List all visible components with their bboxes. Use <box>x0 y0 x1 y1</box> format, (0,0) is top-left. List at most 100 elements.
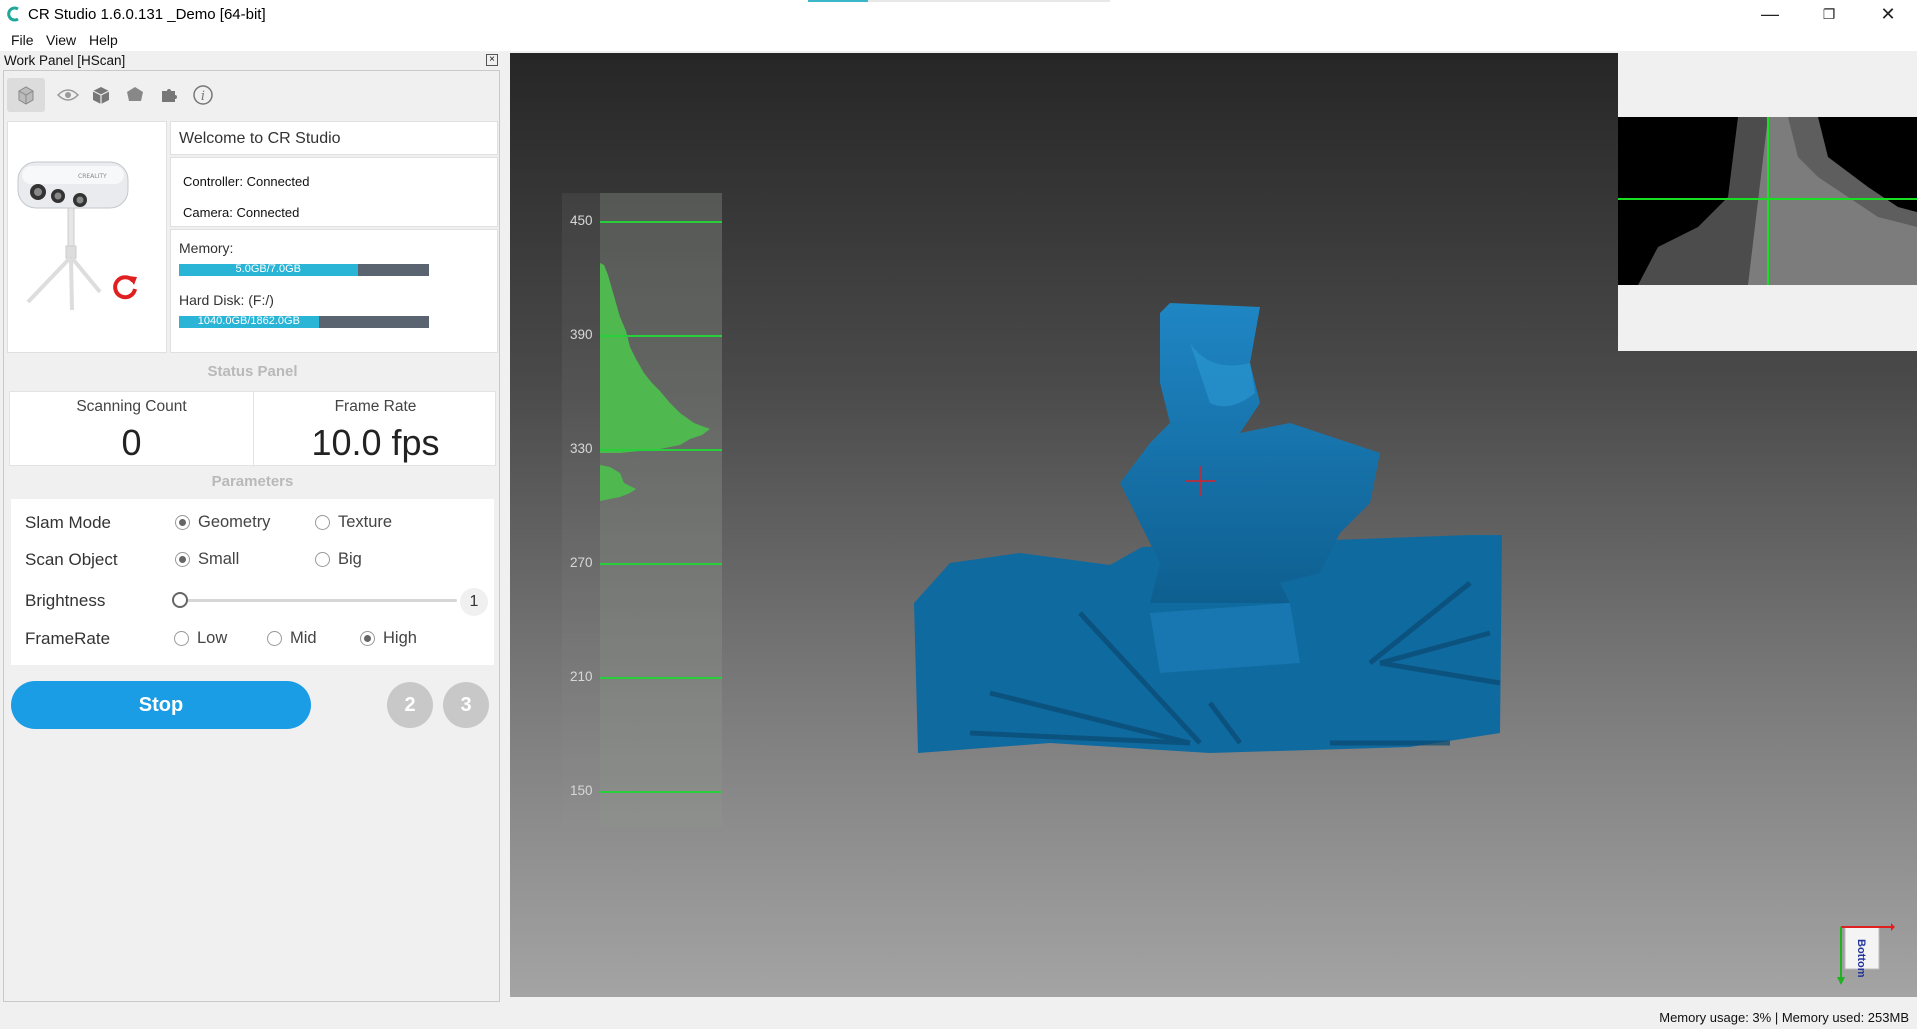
radio-dot <box>175 552 190 567</box>
option-label: Big <box>338 550 362 568</box>
memory-usage-text: Memory usage: 3% | Memory used: 253MB <box>1659 1010 1909 1025</box>
refresh-icon[interactable] <box>110 272 140 302</box>
work-panel: i CREALITY Welcome to CR Studio Controll… <box>3 70 500 1002</box>
info-tool-button[interactable]: i <box>184 78 222 112</box>
stop-button[interactable]: Stop <box>11 681 311 729</box>
slam-mode-texture-radio[interactable]: Texture <box>315 513 392 532</box>
app-logo-icon <box>7 6 19 22</box>
scanner-device-image: CREALITY <box>7 121 167 353</box>
brightness-row: Brightness 1 <box>11 583 494 619</box>
axis-orientation-widget[interactable]: Bottom <box>1835 913 1895 985</box>
status-panel-title: Status Panel <box>207 363 298 380</box>
parameters-title: Parameters <box>211 473 294 490</box>
axis-view-label: Bottom <box>1855 939 1867 978</box>
memory-label: Memory: <box>179 240 234 256</box>
brightness-value: 1 <box>460 588 488 616</box>
frame-rate-high-radio[interactable]: High <box>360 629 417 648</box>
scanning-count-value: 0 <box>121 422 142 463</box>
frame-rate-row: FrameRate Low Mid High <box>11 623 494 653</box>
camera-status: Camera: Connected <box>183 205 300 220</box>
scan-object-big-radio[interactable]: Big <box>315 550 362 569</box>
option-label: Low <box>197 629 228 647</box>
disk-bar-text: 1040.0GB/1862.0GB <box>197 315 300 327</box>
radio-dot <box>175 515 190 530</box>
brightness-slider-handle[interactable] <box>172 592 188 608</box>
point-cloud-preview <box>1618 117 1917 285</box>
histogram-line-450 <box>600 221 722 223</box>
menu-bar: File View Help <box>0 29 1917 51</box>
maximize-button[interactable]: ❐ <box>1800 0 1858 29</box>
status-panel: Scanning Count 0 Frame Rate 10.0 fps <box>9 391 497 467</box>
histogram-tick: 450 <box>570 213 593 228</box>
svg-text:CREALITY: CREALITY <box>78 173 107 180</box>
option-label: Geometry <box>198 513 271 531</box>
scan-tool-button[interactable] <box>7 78 45 112</box>
radio-dot <box>174 631 189 646</box>
mesh-tool-button[interactable] <box>116 78 154 112</box>
depth-histogram: 450 390 330 270 210 150 <box>562 193 722 827</box>
histogram-tick: 330 <box>570 441 593 456</box>
radio-dot <box>315 552 330 567</box>
brightness-slider-track[interactable] <box>177 599 457 602</box>
frame-rate-value: 10.0 fps <box>311 422 440 463</box>
radio-dot <box>267 631 282 646</box>
taskbar-hint <box>808 0 1110 2</box>
histogram-tick: 210 <box>570 669 593 684</box>
option-label: Mid <box>290 629 317 647</box>
step-2-button[interactable]: 2 <box>387 682 433 728</box>
welcome-box: Welcome to CR Studio <box>170 121 498 155</box>
histogram-bars <box>600 263 710 501</box>
scan-object-small-radio[interactable]: Small <box>175 550 239 569</box>
menu-file[interactable]: File <box>11 32 34 48</box>
frame-rate-mid-radio[interactable]: Mid <box>267 629 317 648</box>
option-label: High <box>383 629 417 647</box>
menu-view[interactable]: View <box>46 32 76 48</box>
histogram-line-210 <box>600 677 722 679</box>
option-label: Texture <box>338 513 393 531</box>
work-panel-title: Work Panel [HScan] <box>4 53 126 68</box>
frame-rate-low-radio[interactable]: Low <box>174 629 227 648</box>
disk-label: Hard Disk: (F:/) <box>179 292 274 308</box>
close-button[interactable]: ✕ <box>1859 0 1917 29</box>
resource-box: Memory: 5.0GB/7.0GB Hard Disk: (F:/) 104… <box>170 229 498 353</box>
camera-preview-image <box>1618 117 1917 285</box>
memory-bar: 5.0GB/7.0GB <box>179 263 429 276</box>
memory-bar-text: 5.0GB/7.0GB <box>235 263 301 275</box>
plugin-tool-button[interactable] <box>150 78 188 112</box>
radio-dot <box>315 515 330 530</box>
histogram-line-330 <box>600 449 722 451</box>
controller-status: Controller: Connected <box>183 174 310 189</box>
welcome-text: Welcome to CR Studio <box>179 130 341 147</box>
slam-mode-geometry-radio[interactable]: Geometry <box>175 513 270 532</box>
histogram-tick: 390 <box>570 327 593 342</box>
scanned-model <box>914 303 1502 753</box>
histogram-line-390 <box>600 335 722 337</box>
scanning-count: Scanning Count 0 <box>10 392 253 467</box>
frame-rate-param-label: FrameRate <box>25 629 111 648</box>
frame-rate-label: Frame Rate <box>334 398 417 415</box>
mesh-icon <box>127 87 143 101</box>
slam-mode-label: Slam Mode <box>25 513 111 532</box>
histogram-tick: 270 <box>570 555 593 570</box>
frame-rate: Frame Rate 10.0 fps <box>254 392 497 467</box>
parameters-panel: Slam Mode Geometry Texture Scan Object S… <box>11 499 494 665</box>
work-panel-header: Work Panel [HScan] × <box>0 51 500 70</box>
camera-preview-panel <box>1618 53 1917 351</box>
disk-bar: 1040.0GB/1862.0GB <box>179 315 429 328</box>
brightness-label: Brightness <box>25 591 106 610</box>
eye-icon <box>57 89 79 101</box>
scan-object-label: Scan Object <box>25 550 118 569</box>
histogram-tick: 150 <box>570 783 593 798</box>
window-title: CR Studio 1.6.0.131 _Demo [64-bit] <box>28 6 266 23</box>
connection-box: Controller: Connected Camera: Connected <box>170 157 498 227</box>
minimize-button[interactable]: — <box>1741 0 1799 29</box>
menu-help[interactable]: Help <box>89 32 118 48</box>
svg-text:i: i <box>201 89 205 104</box>
step-3-button[interactable]: 3 <box>443 682 489 728</box>
model-tool-button[interactable] <box>82 78 120 112</box>
histogram-line-150 <box>600 791 722 793</box>
radio-dot <box>360 631 375 646</box>
option-label: Small <box>198 550 240 568</box>
3d-viewport[interactable]: 450 390 330 270 210 150 Bottom <box>510 53 1917 997</box>
work-panel-close-button[interactable]: × <box>486 54 498 66</box>
